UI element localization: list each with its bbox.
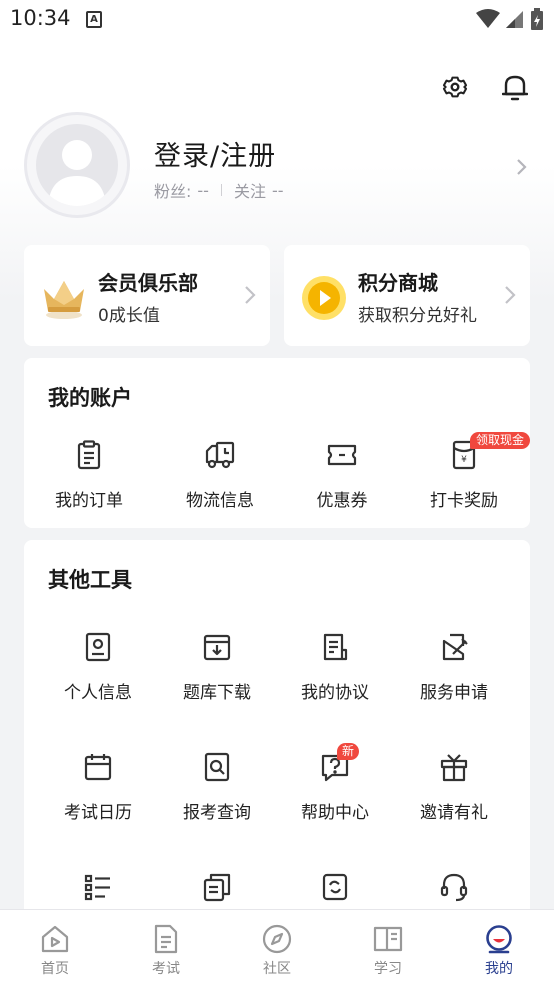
a-icon: A [86,11,102,28]
item-label: 帮助中心 [301,803,369,823]
card-subtitle: 0成长值 [98,306,160,326]
member-club-card[interactable]: 会员俱乐部 0成长值 [24,245,270,346]
status-bar: 10:34 A [0,0,554,40]
item-label: 邀请有礼 [420,803,488,823]
tab-mine[interactable]: 我的 [444,910,554,986]
cash-badge: 领取现金 [470,432,531,449]
tool-item[interactable] [391,872,517,902]
promo-cards: 会员俱乐部 0成长值 积分商城 获取积分兑好礼 [24,245,530,346]
item-label: 题库下载 [183,683,251,703]
avatar[interactable] [36,124,118,206]
registration-query-item[interactable]: 报考查询 [154,752,280,823]
tab-label: 考试 [152,961,180,977]
bottom-tab-bar: 首页 考试 社区 学习 我的 [0,909,554,986]
tab-label: 首页 [41,961,69,977]
coupons-item[interactable]: 优惠券 [279,440,405,511]
search-doc-icon [204,752,230,782]
clipboard-icon [77,440,101,470]
wifi-icon [476,9,500,28]
question-bank-download-item[interactable]: 题库下载 [154,632,280,703]
home-icon [41,925,69,953]
chevron-right-icon [517,159,527,175]
card-title: 会员俱乐部 [98,271,198,295]
chevron-right-icon [245,286,256,304]
item-label: 物流信息 [186,491,254,511]
signal-icon [506,11,523,28]
list-icon [84,874,110,901]
coupon-icon [327,444,357,466]
profile-section[interactable]: 登录/注册 粉丝: -- 关注 -- [24,112,530,222]
bell-icon[interactable] [501,72,529,102]
battery-icon [531,8,543,30]
book-icon [373,926,403,952]
section-title: 我的账户 [48,386,132,410]
refresh-doc-icon [322,873,348,901]
fans-value: -- [197,180,209,200]
item-label: 我的订单 [55,491,123,511]
profile-stats: 粉丝: -- 关注 -- [154,178,284,202]
tab-exam[interactable]: 考试 [111,910,221,986]
my-agreement-item[interactable]: 我的协议 [272,632,398,703]
item-label: 服务申请 [420,683,488,703]
system-icons [476,8,544,30]
follow-value: -- [271,180,284,200]
section-title: 其他工具 [48,568,132,592]
status-time: 10:34 [10,6,71,30]
new-badge: 新 [337,743,360,760]
header-actions [442,72,529,102]
tab-study[interactable]: 学习 [333,910,443,986]
check-in-reward-item[interactable]: ¥ 打卡奖励 [401,440,527,511]
stats-divider [220,184,222,196]
chevron-right-icon [505,286,516,304]
compass-icon [262,924,292,954]
copy-icon [203,873,231,902]
personal-info-item[interactable]: 个人信息 [35,632,161,703]
service-application-item[interactable]: 服务申请 [391,632,517,703]
truck-icon [205,441,235,469]
item-label: 我的协议 [301,683,369,703]
follow-label: 关注 [233,182,266,201]
my-account-panel: 我的账户 我的订单 物流信息 优惠券 ¥ 打卡奖励 领取现金 [24,358,531,528]
card-subtitle: 获取积分兑好礼 [358,306,477,326]
download-box-icon [203,634,231,661]
tool-item[interactable] [154,872,280,902]
item-label: 考试日历 [64,803,132,823]
card-title: 积分商城 [358,271,438,295]
my-orders-item[interactable]: 我的订单 [26,440,152,511]
profile-icon [486,925,512,954]
tool-item[interactable] [35,872,161,902]
exam-calendar-item[interactable]: 考试日历 [35,752,161,823]
tab-community[interactable]: 社区 [222,910,332,986]
edit-icon [442,633,468,661]
gift-icon [440,754,468,782]
logistics-item[interactable]: 物流信息 [157,440,283,511]
tab-label: 社区 [263,961,291,977]
coin-play-icon [302,276,346,320]
item-label: 优惠券 [316,491,368,511]
item-label: 个人信息 [64,683,132,703]
tab-label: 学习 [374,961,402,977]
headset-icon [440,873,468,902]
crown-icon [44,281,84,319]
svg-text:¥: ¥ [461,455,467,465]
fans-label: 粉丝: [154,182,192,201]
tab-home[interactable]: 首页 [0,910,110,986]
login-register-link[interactable]: 登录/注册 [154,134,276,173]
calendar-icon [84,754,112,781]
tab-label: 我的 [485,961,513,977]
item-label: 报考查询 [183,803,251,823]
id-card-icon [85,632,111,662]
item-label: 打卡奖励 [430,491,498,511]
invite-gift-item[interactable]: 邀请有礼 [391,752,517,823]
document-icon [323,633,348,661]
help-center-item[interactable]: 帮助中心 [272,752,398,823]
settings-icon[interactable] [442,72,468,102]
exam-icon [154,924,178,954]
points-mall-card[interactable]: 积分商城 获取积分兑好礼 [284,245,530,346]
tool-item[interactable] [272,872,398,902]
other-tools-panel: 其他工具 个人信息 题库下载 我的协议 服务申请 考试日历 报考查询 帮助中心 … [24,540,530,940]
